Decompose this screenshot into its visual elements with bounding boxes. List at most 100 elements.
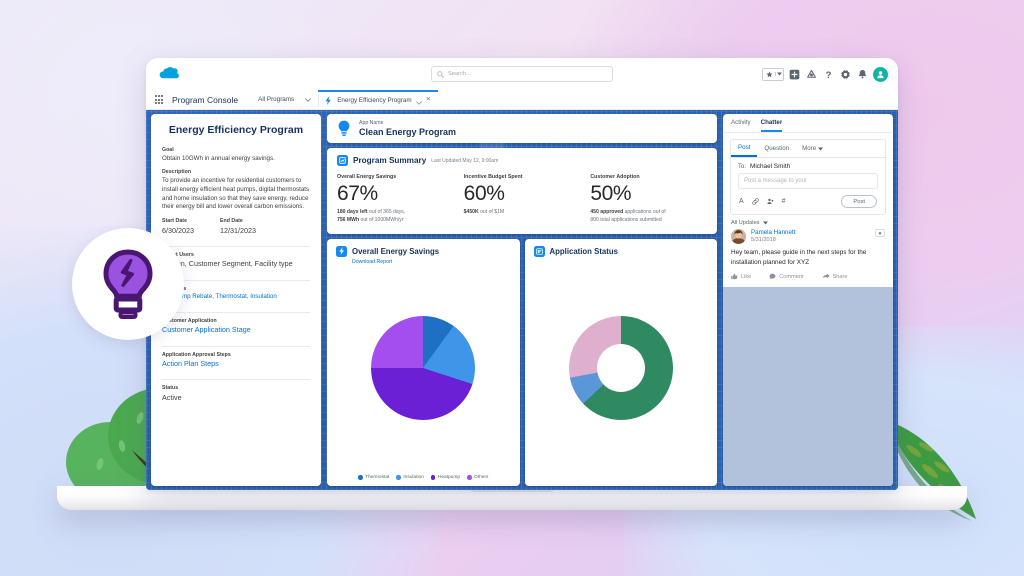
application-status-chart-card: Application Status <box>525 239 718 486</box>
legend-item: Thermostat <box>358 475 389 480</box>
field-goal: Goal Obtain 10GWh in annual energy savin… <box>162 147 310 163</box>
metric-incentive-budget-spent: Incentive Budget Spent 60% $450K out of … <box>464 174 581 225</box>
global-search[interactable]: Search... <box>431 66 613 82</box>
publisher-tab-post[interactable]: Post <box>731 140 757 157</box>
field-measures-value[interactable]: Heatpump Rebate, Thermostat, Insulation <box>162 293 310 302</box>
feed-empty-area <box>723 287 893 486</box>
divider <box>162 379 310 380</box>
field-start-date-value: 6/30/2023 <box>162 226 194 236</box>
chatter-feed: Pamela Hannett 5/31/2018 ▼ Hey team, ple… <box>723 229 893 287</box>
app-launcher-button[interactable] <box>146 90 172 109</box>
program-summary-card: Program Summary Last Updated May 12, 9:0… <box>327 148 717 234</box>
metric-note-rest-2: 800 total applications submitted <box>590 217 661 223</box>
user-avatar[interactable] <box>873 67 888 82</box>
app-name-label: App Name <box>359 120 456 126</box>
text-format-icon[interactable]: A <box>739 198 744 205</box>
energy-lightbulb-badge-icon <box>99 248 157 320</box>
field-start-date: Start Date 6/30/2023 <box>162 218 194 236</box>
avatar[interactable] <box>731 229 746 244</box>
feed-filter-label: All Updates <box>731 220 760 226</box>
share-button[interactable]: Share <box>822 273 848 280</box>
favorites-control[interactable] <box>762 68 784 81</box>
metric-note-rest-2: out of 1000MWh/yr <box>359 217 403 223</box>
favorites-dropdown-icon[interactable] <box>775 72 783 76</box>
field-target-users: Target Users Region, Customer Segment, F… <box>162 252 310 270</box>
metric-customer-adoption: Customer Adoption 50% 450 approved appli… <box>590 174 707 225</box>
field-measures: Measures Heatpump Rebate, Thermostat, In… <box>162 286 310 302</box>
like-label: Like <box>741 274 751 280</box>
metric-note-bold-1: $450K <box>464 209 479 215</box>
publisher-recipient: To: Michael Smith <box>731 158 885 173</box>
program-detail-title: Energy Efficiency Program <box>162 124 310 137</box>
publisher-more-button[interactable]: More <box>796 141 829 156</box>
charts-row: Overall Energy Savings Download Report T… <box>327 239 717 486</box>
chatter-publisher: Post Question More To: Michael Smith Pos… <box>730 139 886 215</box>
metric-note-bold-1: 450 approved <box>590 209 623 215</box>
publisher-tabs: Post Question More <box>731 140 885 158</box>
link-icon[interactable] <box>752 198 759 205</box>
post-button[interactable]: Post <box>841 195 877 208</box>
field-customer-application-value[interactable]: Customer Application Stage <box>162 325 310 335</box>
divider <box>162 280 310 281</box>
publisher-message-input[interactable]: Post a message to your <box>738 173 878 189</box>
publisher-to-label: To: <box>738 164 746 170</box>
metric-note: 450 approved applications out of 800 tot… <box>590 209 707 224</box>
metrics-row: Overall Energy Savings 67% 180 days left… <box>337 174 707 225</box>
feed-item-author[interactable]: Pamela Hannett <box>751 229 795 236</box>
mention-icon[interactable] <box>767 198 774 205</box>
status-chart-title: Application Status <box>550 247 618 256</box>
hashtag-icon[interactable]: # <box>782 198 786 205</box>
field-status-value: Active <box>162 393 310 403</box>
legend-item: Heatpump <box>431 475 460 480</box>
publisher-actions: A # Post <box>731 189 885 214</box>
field-description-label: Description <box>162 169 310 175</box>
divider <box>162 346 310 347</box>
feed-filter[interactable]: All Updates <box>723 215 893 229</box>
metric-note-bold-1: 180 days left <box>337 209 368 215</box>
nav-dropdown-icon[interactable] <box>300 90 316 109</box>
like-button[interactable]: Like <box>731 273 751 280</box>
feed-item-menu-icon[interactable]: ▼ <box>875 229 885 237</box>
publisher-more-label: More <box>802 145 816 152</box>
chevron-down-icon <box>763 221 768 225</box>
favorites-star-icon[interactable] <box>763 71 775 78</box>
metric-overall-energy-savings: Overall Energy Savings 67% 180 days left… <box>337 174 454 225</box>
setup-grid-icon[interactable] <box>788 68 801 81</box>
tab-chatter[interactable]: Chatter <box>761 119 783 132</box>
feed-item-date: 5/31/2018 <box>751 237 795 243</box>
field-customer-application: Customer Application Customer Applicatio… <box>162 318 310 336</box>
gear-icon[interactable] <box>839 68 852 81</box>
tab-dropdown-icon[interactable] <box>416 92 422 110</box>
donut-hole <box>597 344 645 392</box>
tab-activity[interactable]: Activity <box>731 119 751 132</box>
share-label: Share <box>833 274 848 280</box>
legend-color-dot <box>431 475 436 480</box>
metric-note-rest-1: out of $1M <box>479 209 504 215</box>
app-name-value: Clean Energy Program <box>359 127 456 137</box>
divider <box>162 246 310 247</box>
legend-label: Thermostat <box>365 475 389 480</box>
tab-close-icon[interactable]: ✕ <box>426 97 431 104</box>
cloud-icon[interactable] <box>805 68 818 81</box>
status-chart-header: Application Status <box>534 246 709 257</box>
metric-value: 60% <box>464 183 581 205</box>
legend-label: Others <box>474 475 488 480</box>
salesforce-cloud-logo[interactable] <box>156 64 184 84</box>
pie-chart-legend: ThermostatInsulationHeatpumpOthers <box>336 472 511 480</box>
field-approval-steps-value[interactable]: Action Plan Steps <box>162 359 310 369</box>
publisher-to-value[interactable]: Michael Smith <box>750 163 790 170</box>
nav-item-all-programs[interactable]: All Programs <box>252 90 300 109</box>
metric-label: Overall Energy Savings <box>337 174 454 180</box>
help-icon[interactable]: ? <box>822 68 835 81</box>
comment-button[interactable]: Comment <box>769 273 803 280</box>
application-status-icon <box>534 246 545 257</box>
tab-energy-efficiency-program[interactable]: Energy Efficiency Program ✕ <box>318 90 438 109</box>
feed-item: Pamela Hannett 5/31/2018 ▼ Hey team, ple… <box>731 229 885 287</box>
tab-label: Energy Efficiency Program <box>337 97 411 104</box>
chatter-tabs: Activity Chatter <box>723 114 893 133</box>
share-icon <box>822 273 830 280</box>
publisher-tab-question[interactable]: Question <box>757 141 796 156</box>
feed-item-body: Hey team, please guide in the next steps… <box>731 248 885 267</box>
field-approval-steps-label: Application Approval Steps <box>162 352 310 358</box>
notifications-bell-icon[interactable] <box>856 68 869 81</box>
